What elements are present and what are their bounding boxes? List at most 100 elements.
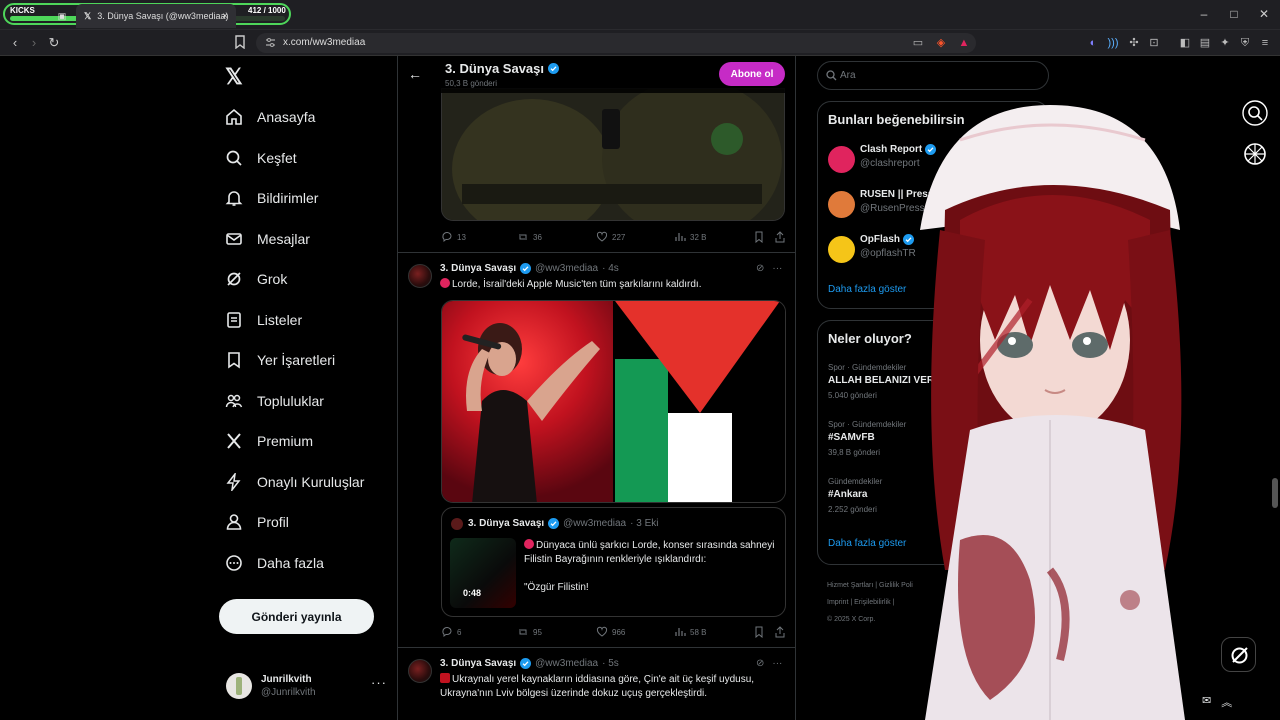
vpn-icon[interactable]: ⛨ xyxy=(1238,36,1252,50)
nav-item-premium[interactable]: Premium xyxy=(225,426,313,456)
account-switcher[interactable]: Junrilkvith @Junrilkvith ··· xyxy=(226,673,386,707)
footer-line-2[interactable]: Imprint | Erişilebilirlik | xyxy=(827,594,1027,611)
more-dots-icon[interactable]: ··· xyxy=(371,675,387,690)
grok-floating-button[interactable] xyxy=(1221,637,1256,672)
views-button[interactable]: 58 B xyxy=(674,626,706,638)
tweet-handle[interactable]: @ww3mediaa xyxy=(535,263,598,274)
post-button[interactable]: Gönderi yayınla xyxy=(219,599,374,634)
retweet-button[interactable]: 36 xyxy=(517,231,542,243)
close-window-button[interactable]: ✕ xyxy=(1256,7,1272,21)
menu-icon[interactable]: ≡ xyxy=(1258,36,1272,50)
back-icon[interactable]: ‹ xyxy=(7,35,23,51)
siren-emoji xyxy=(440,673,450,683)
views-button[interactable]: 32 B xyxy=(674,231,706,243)
suggested-account[interactable]: RUSEN || Press @RusenPress xyxy=(828,189,1038,223)
back-arrow-icon[interactable]: ← xyxy=(408,66,422,82)
palestine-flag-image[interactable] xyxy=(615,301,785,502)
nav-item-anasayfa[interactable]: Anasayfa xyxy=(225,102,315,132)
tab-close-icon[interactable]: × xyxy=(222,11,228,22)
nav-item-topluluklar[interactable]: Topluluklar xyxy=(225,386,324,416)
tweet-media[interactable] xyxy=(441,300,786,503)
tab-active[interactable]: 𝕏 3. Dünya Savaşı (@ww3mediaa) × xyxy=(76,4,236,28)
page-scrollbar[interactable] xyxy=(1272,58,1278,718)
new-message-icon[interactable]: ✉ xyxy=(1202,694,1211,710)
messages-dock: ✉ ︽ xyxy=(1202,694,1242,710)
scrollbar-thumb[interactable] xyxy=(1272,478,1278,508)
quote-video-thumbnail[interactable]: 0:48 xyxy=(450,538,516,608)
forward-icon[interactable]: › xyxy=(26,35,42,51)
trend-item[interactable]: Gündemdekiler #Ankara 2.252 gönderi xyxy=(828,477,1038,514)
reply-button[interactable]: 6 xyxy=(441,626,461,638)
extensions-puzzle-icon[interactable]: ✣ xyxy=(1127,36,1141,50)
trends-show-more-link[interactable]: Daha fazla göster xyxy=(828,538,906,549)
brave-rewards-icon[interactable]: ▲ xyxy=(957,36,971,50)
tweet-time[interactable]: · 5s xyxy=(602,658,619,669)
maximize-button[interactable]: □ xyxy=(1226,7,1242,21)
red-circle-emoji xyxy=(524,539,534,549)
tweet-photo[interactable] xyxy=(441,88,785,221)
tweet-actions: 13 36 227 32 B xyxy=(441,231,786,245)
site-settings-icon[interactable] xyxy=(265,37,276,48)
nav-item-yer-i-aretleri[interactable]: Yer İşaretleri xyxy=(225,345,335,375)
reply-button[interactable]: 13 xyxy=(441,231,466,243)
quoted-tweet[interactable]: 3. Dünya Savaşı @ww3mediaa · 3 Eki 0:48 … xyxy=(441,507,786,617)
x-tab-icon: 𝕏 xyxy=(84,10,92,21)
nav-item-bildirimler[interactable]: Bildirimler xyxy=(225,183,318,213)
ai-assistant-icon[interactable] xyxy=(1242,141,1268,167)
tweet-time[interactable]: · 4s xyxy=(602,263,619,274)
bookmark-button[interactable] xyxy=(753,231,765,243)
tweet-avatar[interactable] xyxy=(408,264,432,288)
tweet-handle[interactable]: @ww3mediaa xyxy=(535,658,598,669)
suggested-account[interactable]: OpFlash @opflashTR xyxy=(828,234,1038,268)
share-button[interactable] xyxy=(774,231,786,243)
video-duration: 0:48 xyxy=(463,588,482,598)
avatar xyxy=(226,673,252,699)
like-button[interactable]: 227 xyxy=(596,231,625,243)
minimize-button[interactable]: – xyxy=(1196,7,1212,21)
trend-item[interactable]: Spor · Gündemdekiler ALLAH BELANIZI VERSİ… xyxy=(828,363,1038,400)
share-button[interactable] xyxy=(774,626,786,638)
url-field[interactable]: x.com/ww3mediaa xyxy=(256,33,976,53)
trend-item[interactable]: Spor · Gündemdekiler #SAMvFB 39,8 B gönder… xyxy=(828,420,1038,457)
sidebar-toggle-icon[interactable]: ◧ xyxy=(1178,36,1192,50)
expand-messages-icon[interactable]: ︽ xyxy=(1221,694,1232,710)
nav-item-ke-fet[interactable]: Keşfet xyxy=(225,143,297,173)
grok-explain-icon[interactable]: ⊘ xyxy=(756,263,764,274)
brave-shields-icon[interactable]: ◈ xyxy=(934,36,948,50)
footer-line-1[interactable]: Hizmet Şartları | Gizlilik Poli xyxy=(827,577,1027,594)
leo-ai-icon[interactable]: ✦ xyxy=(1218,36,1232,50)
bookmark-button[interactable] xyxy=(753,626,765,638)
subscribe-button[interactable]: Abone ol xyxy=(719,62,785,86)
more-circle-icon xyxy=(226,554,242,571)
tweet-avatar[interactable] xyxy=(408,659,432,683)
nav-item-onayl-kurulu-lar[interactable]: Onaylı Kuruluşlar xyxy=(225,467,364,497)
pinned-tab[interactable]: ▣ xyxy=(53,4,71,28)
browser-tab-bar: KICKS 412 / 1000 ▣ 𝕏 3. Dünya Savaşı (@w… xyxy=(0,0,1280,30)
grok-explain-icon[interactable]: ⊘ xyxy=(756,658,764,669)
reload-icon[interactable]: ↻ xyxy=(46,35,62,51)
tweet-more-icon[interactable]: ··· xyxy=(772,658,782,669)
nav-item-profil[interactable]: Profil xyxy=(225,507,289,537)
screenshot-icon[interactable]: ⊡ xyxy=(1147,36,1161,50)
search-input[interactable]: Ara xyxy=(817,61,1049,90)
tweet-author[interactable]: 3. Dünya Savaşı xyxy=(440,658,516,669)
bookmark-page-icon[interactable] xyxy=(234,35,250,51)
tweet-author[interactable]: 3. Dünya Savaşı xyxy=(440,263,516,274)
nav-item-daha-fazla[interactable]: Daha fazla xyxy=(225,548,324,578)
suggest-show-more-link[interactable]: Daha fazla göster xyxy=(828,284,906,295)
audio-extension-icon[interactable]: ))) xyxy=(1106,36,1120,50)
extension-icon[interactable]: ◐ xyxy=(1086,36,1100,50)
like-button[interactable]: 966 xyxy=(596,626,625,638)
retweet-button[interactable]: 95 xyxy=(517,626,542,638)
suggested-account[interactable]: Clash Report @clashreport xyxy=(828,144,1038,178)
wallet-icon[interactable]: ▤ xyxy=(1198,36,1212,50)
nav-item-mesajlar[interactable]: Mesajlar xyxy=(225,224,310,254)
nav-item-grok[interactable]: Grok xyxy=(225,264,287,294)
suggest-title: Bunları beğenebilirsin xyxy=(828,112,965,127)
tweet-more-icon[interactable]: ··· xyxy=(772,263,782,274)
cast-icon[interactable]: ▭ xyxy=(911,36,925,50)
x-logo-icon[interactable]: 𝕏 xyxy=(225,64,243,90)
visual-search-icon[interactable] xyxy=(1242,100,1268,126)
singer-photo[interactable] xyxy=(442,301,613,502)
nav-item-listeler[interactable]: Listeler xyxy=(225,305,302,335)
